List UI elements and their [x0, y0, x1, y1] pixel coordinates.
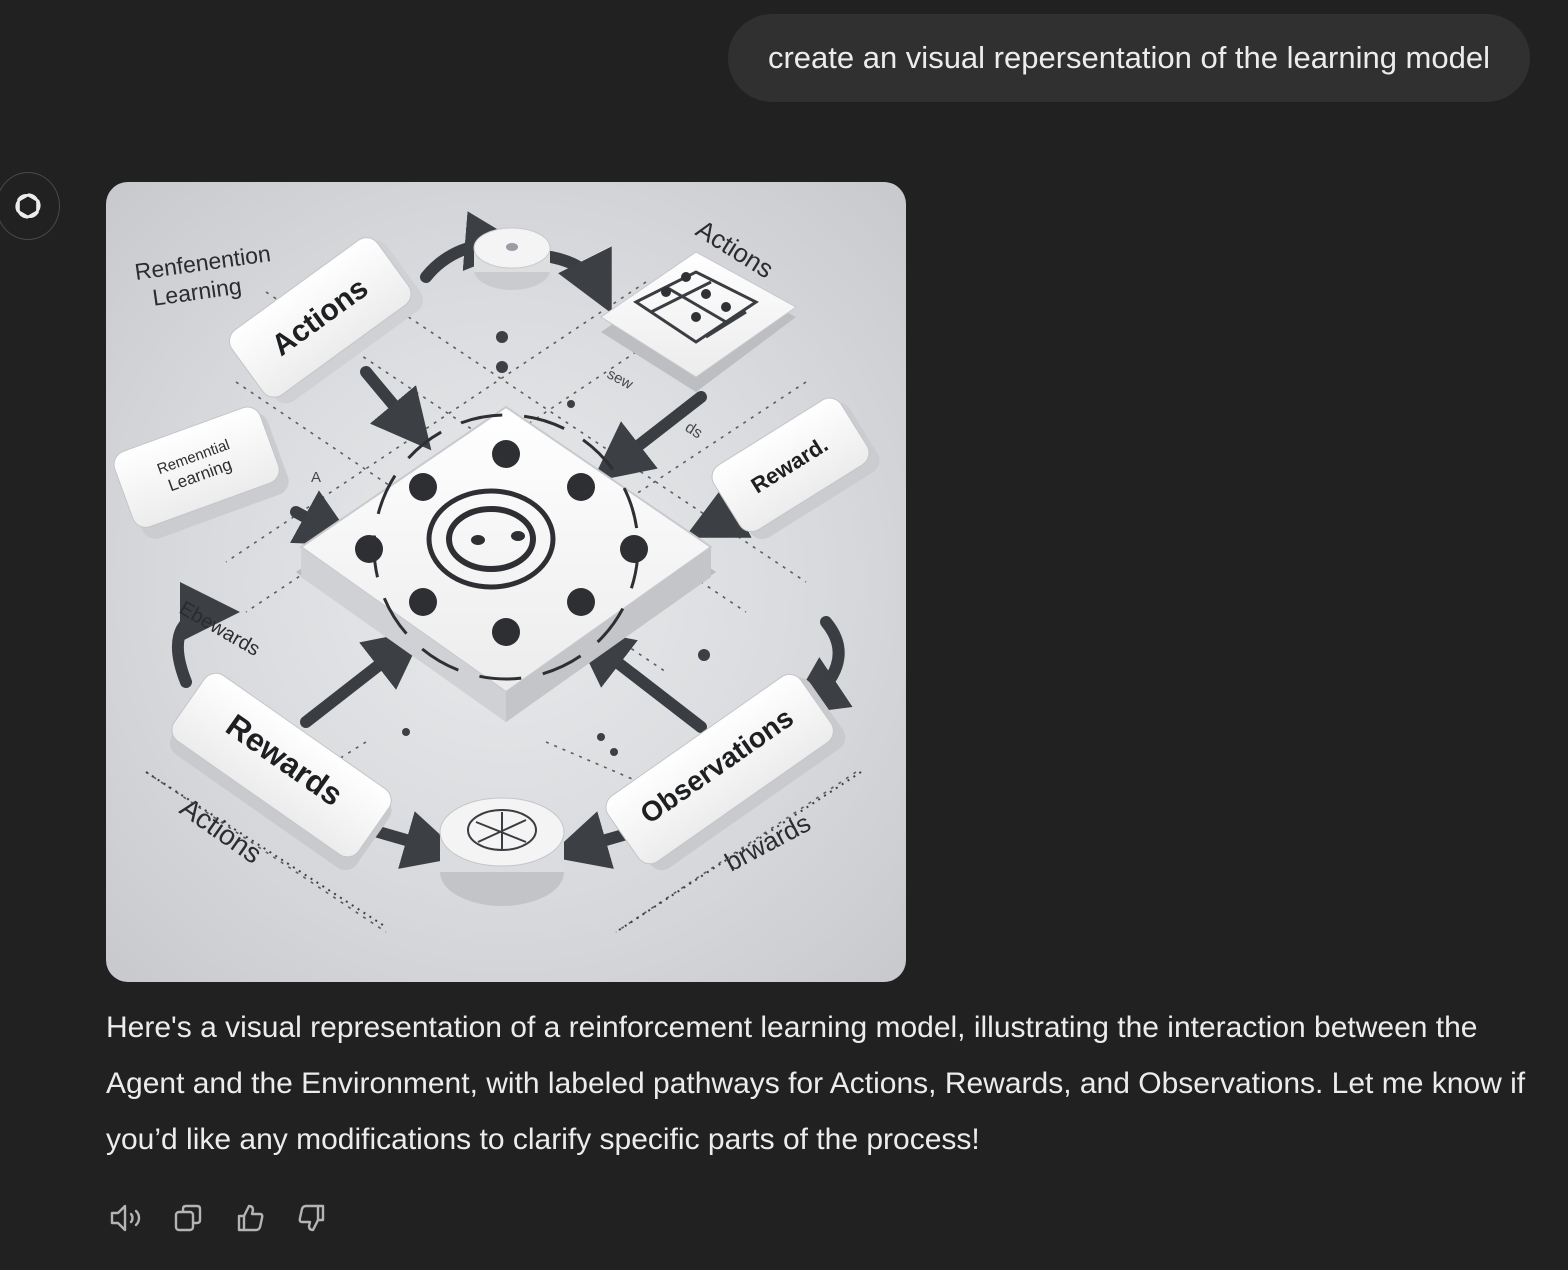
bad-response-button[interactable] — [292, 1196, 332, 1240]
ds-mid-label: ds — [682, 419, 705, 442]
user-message-text: create an visual repersentation of the l… — [767, 40, 1490, 75]
reward-box: Reward. — [711, 397, 880, 540]
generated-image[interactable]: Actions Renfenention Learning Actions Re… — [106, 182, 906, 982]
sew-mid-label: sew — [604, 366, 636, 394]
speaker-icon — [110, 1204, 141, 1232]
left-learning-box: Remenntial Learning — [113, 406, 289, 539]
reinforcement-learning-diagram: Actions Renfenention Learning Actions Re… — [113, 211, 880, 933]
thumbs-up-icon — [237, 1204, 264, 1232]
top-puck — [473, 227, 551, 290]
read-aloud-button[interactable] — [106, 1196, 146, 1240]
thumbs-down-icon — [298, 1204, 325, 1232]
good-response-button[interactable] — [230, 1196, 270, 1240]
assistant-response-text: Here's a visual representation of a rein… — [106, 1011, 1526, 1156]
chat-page: create an visual repersentation of the l… — [0, 0, 1568, 1270]
copy-icon — [174, 1204, 202, 1232]
assistant-avatar — [0, 172, 60, 240]
copy-button[interactable] — [168, 1196, 208, 1240]
message-actions — [106, 1196, 332, 1240]
bottom-puck — [439, 797, 565, 906]
rewards-box: Rewards — [170, 672, 392, 871]
openai-logo-icon — [15, 193, 41, 219]
a-mid-label: A — [311, 469, 321, 486]
user-message-bubble: create an visual repersentation of the l… — [727, 14, 1530, 102]
